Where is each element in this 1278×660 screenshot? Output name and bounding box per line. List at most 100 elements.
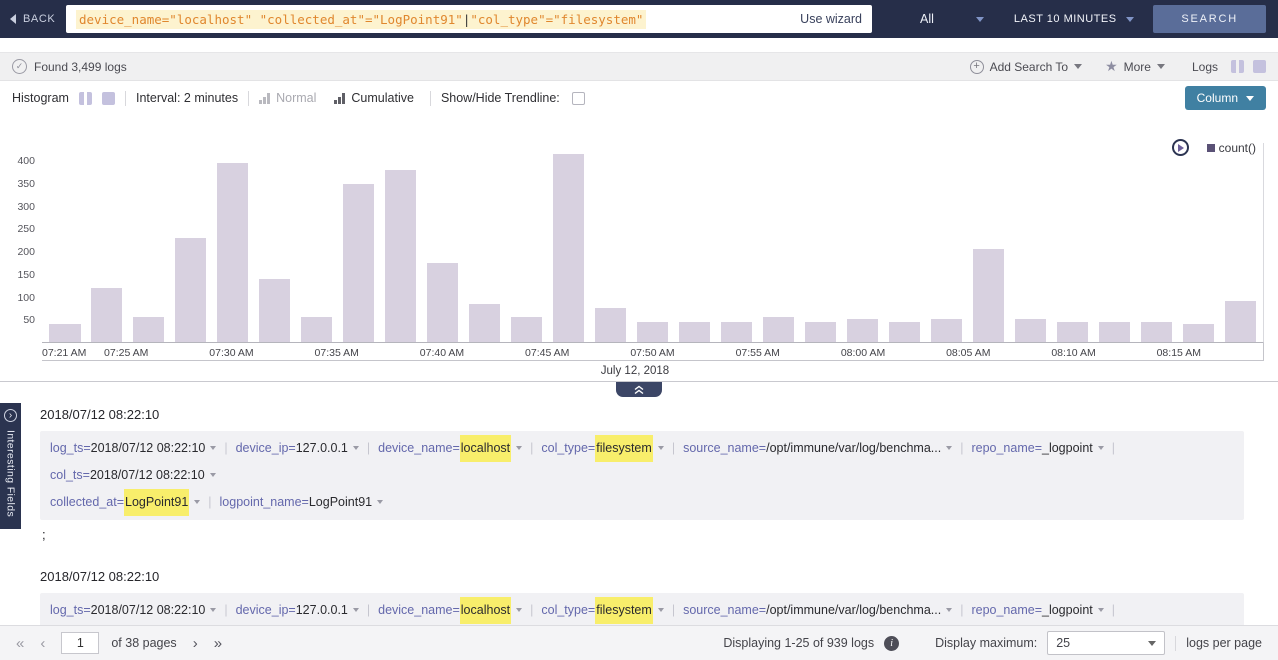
histogram-bar[interactable]: [1225, 301, 1256, 342]
more-label: More: [1124, 60, 1151, 74]
histogram-bar[interactable]: [91, 288, 122, 342]
field-name: log_ts=: [50, 597, 91, 624]
more-dropdown[interactable]: ★ More: [1105, 58, 1165, 75]
histogram-bar[interactable]: [889, 322, 920, 342]
histogram-bar[interactable]: [847, 319, 878, 342]
log-fields: log_ts=2018/07/12 08:22:10|device_ip=127…: [40, 593, 1244, 625]
next-page-button[interactable]: ›: [193, 635, 198, 652]
histogram-bar[interactable]: [679, 322, 710, 342]
logs-detailed-view-button[interactable]: [1231, 60, 1244, 73]
log-rows: 2018/07/12 08:22:10log_ts=2018/07/12 08:…: [40, 407, 1244, 625]
x-axis: 07:21 AM07:25 AM07:30 AM07:35 AM07:40 AM…: [42, 343, 1264, 361]
interesting-fields-tab[interactable]: › Interesting Fields: [0, 403, 21, 529]
x-tick-label: 07:21 AM: [42, 347, 86, 359]
use-wizard-link[interactable]: Use wizard: [800, 12, 862, 26]
field-separator: |: [367, 435, 370, 462]
page-input[interactable]: [61, 632, 99, 654]
histogram-bar[interactable]: [469, 304, 500, 342]
field-value: 2018/07/12 08:22:10: [91, 435, 206, 462]
log-field-source_name[interactable]: source_name=/opt/immune/var/log/benchma.…: [683, 435, 952, 462]
histogram-bar[interactable]: [553, 154, 584, 342]
collapse-histogram-button[interactable]: [616, 382, 662, 397]
log-field-col_type[interactable]: col_type=filesystem: [541, 435, 663, 462]
histogram-bar[interactable]: [217, 163, 248, 342]
histogram-bar[interactable]: [973, 249, 1004, 342]
histogram-split-view-button[interactable]: [79, 92, 92, 105]
histogram-bar[interactable]: [301, 317, 332, 342]
histogram-bar[interactable]: [721, 322, 752, 342]
field-separator: |: [530, 435, 533, 462]
log-field-source_name[interactable]: source_name=/opt/immune/var/log/benchma.…: [683, 597, 952, 624]
histogram-bar[interactable]: [427, 263, 458, 342]
info-icon[interactable]: i: [884, 636, 899, 651]
histogram-bar[interactable]: [133, 317, 164, 342]
log-fields: log_ts=2018/07/12 08:22:10 | device_ip=127…: [40, 431, 1244, 520]
back-button[interactable]: BACK: [10, 13, 66, 25]
field-value: 127.0.0.1: [296, 435, 348, 462]
cumulative-mode-toggle[interactable]: Cumulative: [334, 91, 414, 105]
log-field-repo_name[interactable]: repo_name=_logpoint: [971, 435, 1103, 462]
log-field-col_type[interactable]: col_type=filesystem: [541, 597, 663, 624]
pagination-bar: « ‹ of 38 pages › » Displaying 1-25 of 9…: [0, 625, 1278, 660]
search-button[interactable]: SEARCH: [1153, 5, 1266, 33]
normal-mode-toggle[interactable]: Normal: [259, 91, 316, 105]
histogram-bar[interactable]: [1099, 322, 1130, 342]
last-page-button[interactable]: »: [214, 635, 222, 652]
chart-type-dropdown[interactable]: Column: [1185, 86, 1266, 110]
histogram-bar[interactable]: [175, 238, 206, 342]
histogram-bar[interactable]: [1057, 322, 1088, 342]
histogram-bar[interactable]: [1183, 324, 1214, 342]
logs-compact-view-button[interactable]: [1253, 60, 1266, 73]
log-field-device_ip[interactable]: device_ip=127.0.0.1: [236, 435, 359, 462]
expand-arrow-icon: ›: [4, 409, 17, 422]
log-field-col_ts[interactable]: col_ts=2018/07/12 08:22:10: [50, 624, 216, 626]
histogram-bar[interactable]: [511, 317, 542, 342]
histogram-bar[interactable]: [637, 322, 668, 342]
log-field-device_name[interactable]: device_name=localhost: [378, 435, 522, 462]
y-tick-label: 100: [17, 292, 35, 304]
histogram-bar[interactable]: [595, 308, 626, 342]
histogram-bar[interactable]: [1015, 319, 1046, 342]
separator: [248, 91, 249, 106]
log-field-logpoint_name[interactable]: logpoint_name=LogPoint91: [220, 489, 384, 516]
scope-dropdown[interactable]: All: [920, 12, 984, 26]
bar-slot: [422, 143, 464, 342]
bar-slot: [1051, 143, 1093, 342]
add-search-to-dropdown[interactable]: + Add Search To: [970, 60, 1083, 74]
log-timestamp: 2018/07/12 08:22:10: [40, 407, 1244, 422]
histogram-bar[interactable]: [385, 170, 416, 342]
first-page-button[interactable]: «: [16, 635, 24, 652]
log-field-col_ts[interactable]: col_ts=2018/07/12 08:22:10: [50, 462, 216, 489]
histogram-bar[interactable]: [343, 184, 374, 342]
display-maximum-select[interactable]: 25: [1047, 631, 1165, 655]
histogram-full-view-button[interactable]: [102, 92, 115, 105]
displaying-label: Displaying 1-25 of 939 logs: [723, 636, 874, 650]
search-query-input[interactable]: device_name="localhost" "collected_at"="…: [76, 10, 646, 29]
histogram-bar[interactable]: [49, 324, 80, 342]
log-field-log_ts[interactable]: log_ts=2018/07/12 08:22:10: [50, 435, 216, 462]
log-field-repo_name[interactable]: repo_name=_logpoint: [971, 597, 1103, 624]
x-tick-label: 07:50 AM: [630, 347, 674, 359]
trendline-checkbox[interactable]: [572, 92, 585, 105]
log-field-device_ip[interactable]: device_ip=127.0.0.1: [236, 597, 359, 624]
prev-page-button[interactable]: ‹: [40, 635, 45, 652]
log-field-collected_at[interactable]: collected_at=LogPoint91: [50, 489, 200, 516]
back-label: BACK: [23, 13, 55, 25]
time-range-dropdown[interactable]: LAST 10 MINUTES: [1014, 13, 1134, 25]
field-value: localhost: [460, 597, 511, 624]
histogram-bar[interactable]: [1141, 322, 1172, 342]
histogram-bar[interactable]: [763, 317, 794, 342]
histogram-bar[interactable]: [931, 319, 962, 342]
chevron-down-icon: [516, 446, 522, 450]
histogram-bar[interactable]: [259, 279, 290, 342]
chevron-down-icon: [194, 500, 200, 504]
normal-label: Normal: [276, 91, 316, 105]
histogram-bar[interactable]: [805, 322, 836, 342]
field-value: 2018/07/12 08:22:10: [91, 597, 206, 624]
log-field-device_name[interactable]: device_name=localhost: [378, 597, 522, 624]
field-value: _logpoint: [1042, 597, 1093, 624]
log-field-log_ts[interactable]: log_ts=2018/07/12 08:22:10: [50, 597, 216, 624]
logs-label: Logs: [1192, 60, 1218, 74]
field-value: LogPoint91: [309, 489, 372, 516]
found-logs-text: Found 3,499 logs: [34, 60, 127, 74]
